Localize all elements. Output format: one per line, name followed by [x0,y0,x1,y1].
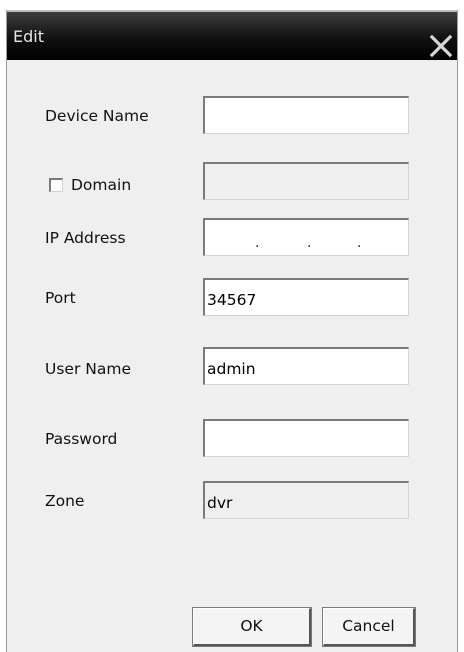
device-name-label: Device Name [45,107,149,125]
password-field[interactable] [203,419,409,457]
ip-octet-separator: . [255,235,260,251]
ok-button[interactable]: OK [192,607,312,647]
zone-field [203,481,409,519]
domain-checkbox[interactable] [49,178,63,192]
user-name-label: User Name [45,360,131,378]
password-label: Password [45,430,118,448]
ip-address-field[interactable]: . . . [203,218,409,256]
port-label: Port [45,289,76,307]
dialog-body: Device Name Domain IP Address . . . Port… [7,60,457,652]
port-field[interactable] [203,278,409,316]
dialog-title: Edit [13,27,44,46]
title-bar[interactable]: Edit [7,10,457,60]
edit-dialog: Edit Device Name Domain IP Address . . .… [6,10,458,652]
domain-field [203,162,409,200]
ip-octet-separator: . [357,235,362,251]
ip-address-label: IP Address [45,229,126,247]
device-name-field[interactable] [203,96,409,134]
cancel-button[interactable]: Cancel [322,607,416,647]
user-name-field[interactable] [203,347,409,385]
close-icon[interactable] [427,32,455,60]
ip-octet-separator: . [307,235,312,251]
zone-label: Zone [45,492,85,510]
domain-label: Domain [71,176,132,194]
